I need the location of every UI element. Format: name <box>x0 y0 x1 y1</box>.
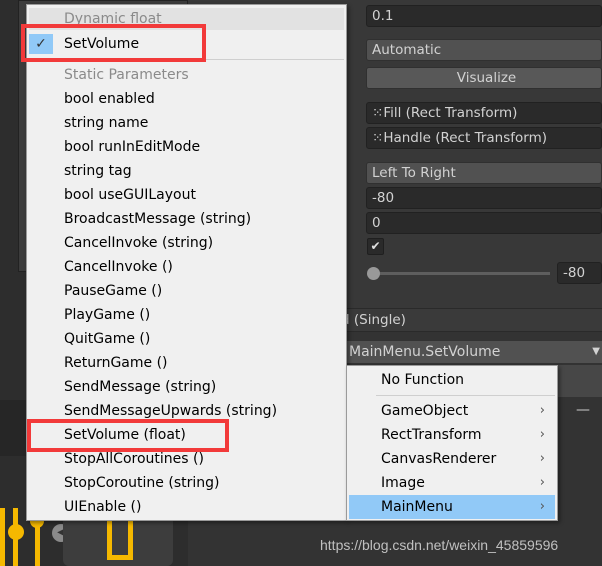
rect-transform-icon: ⁙ <box>372 130 384 146</box>
chevron-right-icon: › <box>539 499 545 514</box>
watermark: https://blog.csdn.net/weixin_45859596 <box>320 537 559 553</box>
separator <box>376 395 555 396</box>
annotation-box-dynamic <box>21 24 206 62</box>
menu-item[interactable]: CancelInvoke () <box>29 255 344 279</box>
direction-dropdown[interactable]: Left To Right <box>366 162 602 184</box>
value-slider-handle[interactable] <box>367 267 380 280</box>
menu-item[interactable]: CancelInvoke (string) <box>29 231 344 255</box>
static-header: Static Parameters <box>64 67 189 83</box>
whole-numbers-checkbox[interactable]: ✔ <box>367 238 384 255</box>
menu-item[interactable]: string tag <box>29 159 344 183</box>
submenu-item[interactable]: RectTransform › <box>349 423 555 447</box>
chevron-right-icon: › <box>539 427 545 442</box>
submenu-item[interactable]: GameObject › <box>349 399 555 423</box>
value-slider-track[interactable] <box>372 272 550 275</box>
annotation-box-static <box>27 419 229 452</box>
rect-transform-icon: ⁙ <box>372 105 384 121</box>
component-menu: No Function GameObject › RectTransform › Can… <box>346 365 558 521</box>
submenu-item-label: CanvasRenderer <box>381 451 497 467</box>
menu-item[interactable]: QuitGame () <box>29 327 344 351</box>
value-field[interactable]: 0.1 <box>366 5 602 27</box>
chevron-right-icon: › <box>539 475 545 490</box>
menu-item[interactable]: PauseGame () <box>29 279 344 303</box>
submenu-item-label: Image <box>381 475 425 491</box>
menu-item[interactable]: PlayGame () <box>29 303 344 327</box>
function-dropdown-label: MainMenu.SetVolume <box>349 344 501 360</box>
chevron-right-icon: › <box>539 451 545 466</box>
menu-item-no-function[interactable]: No Function <box>349 368 555 392</box>
navigation-dropdown[interactable]: Automatic <box>366 39 602 61</box>
menu-item[interactable]: StopCoroutine (string) <box>29 471 344 495</box>
remove-listener-button[interactable]: — <box>576 402 590 418</box>
menu-item[interactable]: SendMessage (string) <box>29 375 344 399</box>
submenu-item[interactable]: CanvasRenderer › <box>349 447 555 471</box>
min-value-field[interactable]: -80 <box>366 187 602 209</box>
menu-item[interactable]: bool enabled <box>29 87 344 111</box>
menu-item[interactable]: ReturnGame () <box>29 351 344 375</box>
chevron-right-icon: › <box>539 403 545 418</box>
max-value-field[interactable]: 0 <box>366 212 602 234</box>
menu-item[interactable]: BroadcastMessage (string) <box>29 207 344 231</box>
menu-item[interactable]: UIEnable () <box>29 495 344 519</box>
submenu-item-label: RectTransform <box>381 427 482 443</box>
handle-rect-label: Handle (Rect Transform) <box>383 130 547 146</box>
submenu-item-label: GameObject <box>381 403 469 419</box>
script-icon <box>107 520 133 560</box>
function-dropdown[interactable]: MainMenu.SetVolume ▼ <box>346 341 602 363</box>
menu-item[interactable]: string name <box>29 111 344 135</box>
slider-value-field[interactable]: -80 <box>557 262 602 284</box>
dropdown-arrow-icon: ▼ <box>592 346 600 357</box>
handle-rect-field[interactable]: ⁙Handle (Rect Transform) <box>366 127 602 149</box>
fill-rect-field[interactable]: ⁙Fill (Rect Transform) <box>366 102 602 124</box>
menu-item[interactable]: bool runInEditMode <box>29 135 344 159</box>
submenu-item[interactable]: MainMenu › <box>349 495 555 519</box>
fill-rect-label: Fill (Rect Transform) <box>383 105 518 121</box>
menu-item[interactable]: bool useGUILayout <box>29 183 344 207</box>
submenu-item[interactable]: Image › <box>349 471 555 495</box>
submenu-item-label: MainMenu <box>381 499 453 515</box>
visualize-button[interactable]: Visualize <box>366 67 602 89</box>
